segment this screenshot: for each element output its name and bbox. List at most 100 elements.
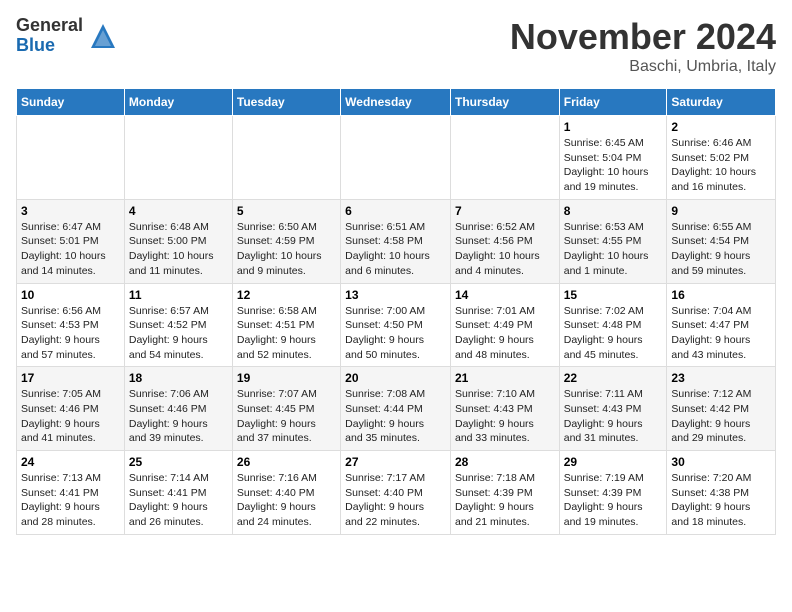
calendar-cell: 27 Sunrise: 7:17 AM Sunset: 4:40 PM Dayli… (341, 451, 451, 535)
calendar-cell: 9 Sunrise: 6:55 AM Sunset: 4:54 PM Daylig… (667, 199, 776, 283)
day-number: 19 (237, 371, 336, 385)
calendar-cell (450, 116, 559, 200)
day-info: Sunrise: 7:19 AM Sunset: 4:39 PM Dayligh… (564, 471, 663, 530)
logo-blue: Blue (16, 35, 55, 55)
day-number: 5 (237, 204, 336, 218)
day-info: Sunrise: 7:00 AM Sunset: 4:50 PM Dayligh… (345, 304, 446, 363)
calendar-cell: 10 Sunrise: 6:56 AM Sunset: 4:53 PM Dayli… (17, 283, 125, 367)
day-info: Sunrise: 7:14 AM Sunset: 4:41 PM Dayligh… (129, 471, 228, 530)
day-number: 6 (345, 204, 446, 218)
day-number: 15 (564, 288, 663, 302)
calendar-cell: 20 Sunrise: 7:08 AM Sunset: 4:44 PM Dayli… (341, 367, 451, 451)
day-info: Sunrise: 7:01 AM Sunset: 4:49 PM Dayligh… (455, 304, 555, 363)
calendar-cell: 29 Sunrise: 7:19 AM Sunset: 4:39 PM Dayli… (559, 451, 667, 535)
day-info: Sunrise: 7:11 AM Sunset: 4:43 PM Dayligh… (564, 387, 663, 446)
day-info: Sunrise: 7:07 AM Sunset: 4:45 PM Dayligh… (237, 387, 336, 446)
page: General Blue November 2024 Baschi, Umbri… (0, 0, 792, 551)
day-number: 11 (129, 288, 228, 302)
calendar-cell: 22 Sunrise: 7:11 AM Sunset: 4:43 PM Dayli… (559, 367, 667, 451)
day-info: Sunrise: 6:45 AM Sunset: 5:04 PM Dayligh… (564, 136, 663, 195)
weekday-header: Tuesday (232, 89, 340, 116)
weekday-header: Monday (124, 89, 232, 116)
calendar-cell: 30Sunrise: 7:20 AM Sunset: 4:38 PM Dayli… (667, 451, 776, 535)
day-number: 25 (129, 455, 228, 469)
calendar-cell: 15 Sunrise: 7:02 AM Sunset: 4:48 PM Dayli… (559, 283, 667, 367)
day-info: Sunrise: 7:04 AM Sunset: 4:47 PM Dayligh… (671, 304, 771, 363)
day-info: Sunrise: 6:56 AM Sunset: 4:53 PM Dayligh… (21, 304, 120, 363)
day-info: Sunrise: 7:10 AM Sunset: 4:43 PM Dayligh… (455, 387, 555, 446)
day-number: 1 (564, 120, 663, 134)
title-block: November 2024 Baschi, Umbria, Italy (510, 16, 776, 76)
day-number: 16 (671, 288, 771, 302)
calendar-cell: 8 Sunrise: 6:53 AM Sunset: 4:55 PM Daylig… (559, 199, 667, 283)
calendar-cell (17, 116, 125, 200)
location: Baschi, Umbria, Italy (510, 58, 776, 76)
day-info: Sunrise: 6:58 AM Sunset: 4:51 PM Dayligh… (237, 304, 336, 363)
calendar-cell: 24 Sunrise: 7:13 AM Sunset: 4:41 PM Dayli… (17, 451, 125, 535)
day-number: 30 (671, 455, 771, 469)
day-info: Sunrise: 6:55 AM Sunset: 4:54 PM Dayligh… (671, 220, 771, 279)
day-info: Sunrise: 6:53 AM Sunset: 4:55 PM Dayligh… (564, 220, 663, 279)
logo-general: General (16, 15, 83, 35)
weekday-header: Saturday (667, 89, 776, 116)
day-number: 22 (564, 371, 663, 385)
day-number: 29 (564, 455, 663, 469)
weekday-header: Thursday (450, 89, 559, 116)
day-number: 9 (671, 204, 771, 218)
day-number: 24 (21, 455, 120, 469)
weekday-header: Friday (559, 89, 667, 116)
day-number: 18 (129, 371, 228, 385)
day-info: Sunrise: 7:05 AM Sunset: 4:46 PM Dayligh… (21, 387, 120, 446)
day-number: 12 (237, 288, 336, 302)
calendar-table: SundayMondayTuesdayWednesdayThursdayFrid… (16, 88, 776, 535)
day-info: Sunrise: 7:17 AM Sunset: 4:40 PM Dayligh… (345, 471, 446, 530)
logo: General Blue (16, 16, 119, 56)
calendar-week-row: 24 Sunrise: 7:13 AM Sunset: 4:41 PM Dayli… (17, 451, 776, 535)
day-number: 21 (455, 371, 555, 385)
calendar-cell: 1 Sunrise: 6:45 AM Sunset: 5:04 PM Daylig… (559, 116, 667, 200)
calendar-cell: 23Sunrise: 7:12 AM Sunset: 4:42 PM Dayli… (667, 367, 776, 451)
day-info: Sunrise: 6:51 AM Sunset: 4:58 PM Dayligh… (345, 220, 446, 279)
calendar-cell: 7 Sunrise: 6:52 AM Sunset: 4:56 PM Daylig… (450, 199, 559, 283)
calendar-cell: 6 Sunrise: 6:51 AM Sunset: 4:58 PM Daylig… (341, 199, 451, 283)
day-number: 10 (21, 288, 120, 302)
calendar-cell: 26Sunrise: 7:16 AM Sunset: 4:40 PM Dayli… (232, 451, 340, 535)
day-number: 28 (455, 455, 555, 469)
day-info: Sunrise: 7:18 AM Sunset: 4:39 PM Dayligh… (455, 471, 555, 530)
day-info: Sunrise: 7:06 AM Sunset: 4:46 PM Dayligh… (129, 387, 228, 446)
weekday-header: Wednesday (341, 89, 451, 116)
day-info: Sunrise: 6:48 AM Sunset: 5:00 PM Dayligh… (129, 220, 228, 279)
calendar-cell: 12 Sunrise: 6:58 AM Sunset: 4:51 PM Dayli… (232, 283, 340, 367)
day-number: 23 (671, 371, 771, 385)
day-info: Sunrise: 6:52 AM Sunset: 4:56 PM Dayligh… (455, 220, 555, 279)
day-info: Sunrise: 6:46 AM Sunset: 5:02 PM Dayligh… (671, 136, 771, 195)
day-info: Sunrise: 7:02 AM Sunset: 4:48 PM Dayligh… (564, 304, 663, 363)
day-info: Sunrise: 7:13 AM Sunset: 4:41 PM Dayligh… (21, 471, 120, 530)
calendar-cell: 28 Sunrise: 7:18 AM Sunset: 4:39 PM Dayli… (450, 451, 559, 535)
calendar-cell: 17Sunrise: 7:05 AM Sunset: 4:46 PM Dayli… (17, 367, 125, 451)
calendar-cell (341, 116, 451, 200)
day-number: 27 (345, 455, 446, 469)
day-number: 14 (455, 288, 555, 302)
day-info: Sunrise: 7:08 AM Sunset: 4:44 PM Dayligh… (345, 387, 446, 446)
calendar-cell: 4 Sunrise: 6:48 AM Sunset: 5:00 PM Daylig… (124, 199, 232, 283)
day-info: Sunrise: 7:16 AM Sunset: 4:40 PM Dayligh… (237, 471, 336, 530)
calendar-cell: 21 Sunrise: 7:10 AM Sunset: 4:43 PM Dayli… (450, 367, 559, 451)
calendar-header-row: SundayMondayTuesdayWednesdayThursdayFrid… (17, 89, 776, 116)
day-info: Sunrise: 6:47 AM Sunset: 5:01 PM Dayligh… (21, 220, 120, 279)
day-number: 8 (564, 204, 663, 218)
calendar-week-row: 10 Sunrise: 6:56 AM Sunset: 4:53 PM Dayli… (17, 283, 776, 367)
calendar-week-row: 1 Sunrise: 6:45 AM Sunset: 5:04 PM Daylig… (17, 116, 776, 200)
calendar-cell: 18 Sunrise: 7:06 AM Sunset: 4:46 PM Dayli… (124, 367, 232, 451)
calendar-cell: 16 Sunrise: 7:04 AM Sunset: 4:47 PM Dayli… (667, 283, 776, 367)
calendar-cell (124, 116, 232, 200)
calendar-cell: 5Sunrise: 6:50 AM Sunset: 4:59 PM Daylig… (232, 199, 340, 283)
calendar-cell: 19 Sunrise: 7:07 AM Sunset: 4:45 PM Dayli… (232, 367, 340, 451)
day-number: 7 (455, 204, 555, 218)
day-number: 2 (671, 120, 771, 134)
day-number: 3 (21, 204, 120, 218)
logo-icon (87, 20, 119, 52)
day-number: 4 (129, 204, 228, 218)
calendar-cell: 14 Sunrise: 7:01 AM Sunset: 4:49 PM Dayli… (450, 283, 559, 367)
day-number: 20 (345, 371, 446, 385)
